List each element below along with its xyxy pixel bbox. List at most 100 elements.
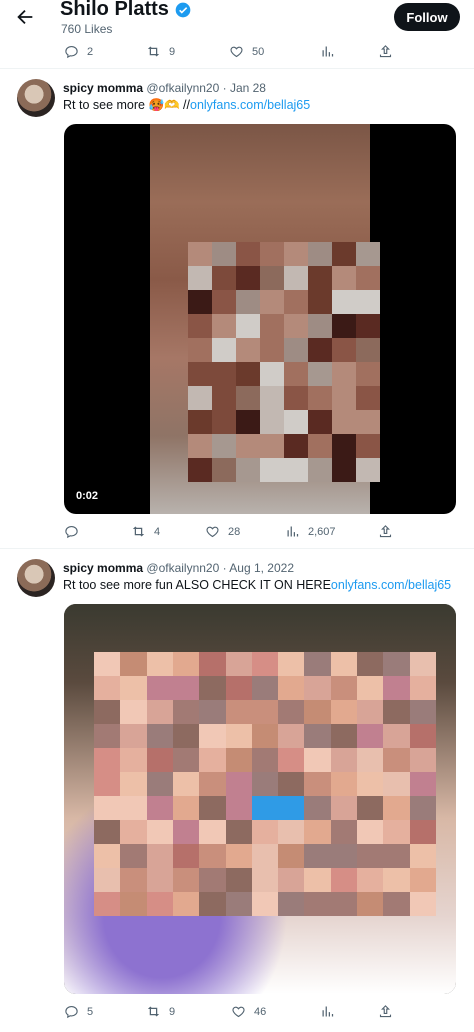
mosaic-tile — [409, 868, 436, 892]
reply-button[interactable]: 2 — [64, 44, 93, 59]
mosaic-tile — [383, 676, 410, 700]
reply-button[interactable] — [64, 524, 87, 539]
mosaic-tile — [308, 290, 332, 314]
mosaic-tile — [409, 892, 436, 916]
mosaic-tile — [146, 892, 173, 916]
mosaic-tile — [284, 410, 308, 434]
image-media[interactable] — [64, 604, 456, 994]
mosaic-tile — [330, 868, 358, 892]
share-button[interactable] — [378, 44, 393, 59]
mosaic-tile — [278, 820, 305, 844]
share-button[interactable] — [378, 524, 393, 539]
mosaic-tile — [94, 772, 121, 796]
mosaic-tile — [146, 820, 173, 844]
mosaic-tile — [260, 290, 284, 314]
like-button[interactable]: 46 — [231, 1004, 266, 1019]
repost-count: 9 — [169, 45, 176, 58]
mosaic-tile — [304, 652, 331, 676]
tweet-text: Rt too see more fun ALSO CHECK IT ON HER… — [63, 578, 451, 592]
mosaic-tile — [172, 748, 200, 772]
mosaic-tile — [304, 844, 331, 868]
mosaic-tile — [409, 724, 436, 748]
repost-count: 4 — [154, 525, 161, 538]
mosaic-tile — [225, 796, 252, 820]
mosaic-tile — [172, 772, 200, 796]
mosaic-tile — [199, 772, 226, 796]
like-button[interactable]: 50 — [229, 44, 264, 59]
mosaic-tile — [409, 748, 436, 772]
mosaic-tile — [332, 290, 356, 314]
back-arrow-icon[interactable] — [14, 6, 36, 28]
mosaic-tile — [146, 796, 173, 820]
mosaic-tile — [308, 362, 332, 386]
likes-count: 760 Likes — [61, 22, 113, 36]
mosaic-tile — [330, 796, 358, 820]
analytics-icon — [322, 46, 334, 57]
mosaic-tile — [304, 820, 331, 844]
reply-button[interactable]: 5 — [64, 1004, 93, 1019]
mosaic-tile — [199, 700, 226, 724]
tweet[interactable]: spicy momma @ofkailynn20 · Aug 1, 2022 R… — [0, 550, 474, 1030]
mosaic-tile — [260, 266, 284, 290]
mosaic-tile — [199, 820, 226, 844]
mosaic-tile — [308, 434, 332, 458]
repost-button[interactable]: 9 — [146, 1004, 175, 1019]
mosaic-tile — [120, 652, 147, 676]
tweet-link[interactable]: onlyfans.com/bellaj65 — [190, 98, 310, 112]
tweet-link[interactable]: onlyfans.com/bellaj65 — [331, 578, 451, 592]
mosaic-tile — [284, 266, 308, 290]
display-name[interactable]: spicy momma — [63, 81, 143, 95]
mosaic-tile — [278, 748, 305, 772]
mosaic-tile — [284, 386, 308, 410]
mosaic-tile — [146, 724, 173, 748]
mosaic-tile — [409, 772, 436, 796]
video-media[interactable]: 0:02 — [64, 124, 456, 514]
mosaic-tile — [172, 700, 200, 724]
mosaic-tile — [94, 844, 121, 868]
mosaic-tile — [251, 868, 279, 892]
mosaic-tile — [251, 772, 279, 796]
mosaic-tile — [304, 724, 331, 748]
mosaic-tile — [332, 434, 356, 458]
mosaic-tile — [199, 748, 226, 772]
display-name[interactable]: spicy momma — [63, 561, 143, 575]
mosaic-tile — [330, 772, 358, 796]
mosaic-tile — [304, 700, 331, 724]
mosaic-tile — [260, 386, 284, 410]
avatar[interactable] — [17, 79, 55, 117]
repost-button[interactable]: 9 — [146, 44, 175, 59]
mosaic-tile — [188, 242, 212, 266]
analytics-button[interactable] — [320, 44, 335, 59]
mosaic-tile — [172, 820, 200, 844]
mosaic-tile — [94, 652, 121, 676]
mosaic-tile — [146, 772, 173, 796]
like-button[interactable]: 28 — [205, 524, 240, 539]
mosaic-tile — [278, 724, 305, 748]
like-count: 46 — [254, 1005, 267, 1018]
heart-icon — [230, 46, 243, 58]
mosaic-tile — [278, 676, 305, 700]
repost-icon — [147, 46, 160, 57]
mosaic-tile — [357, 748, 384, 772]
mosaic-tile — [357, 844, 384, 868]
tweet[interactable]: spicy momma @ofkailynn20 · Jan 28 Rt to … — [0, 70, 474, 548]
mosaic-tile — [383, 748, 410, 772]
mosaic-tile — [199, 652, 226, 676]
mosaic-tile — [172, 652, 200, 676]
mosaic-tile — [199, 892, 226, 916]
analytics-button[interactable] — [320, 1004, 335, 1019]
follow-button[interactable]: Follow — [394, 3, 460, 31]
views-button[interactable]: 2,607 — [285, 524, 336, 539]
analytics-icon — [287, 526, 299, 537]
like-count: 50 — [252, 45, 265, 58]
mosaic-tile — [330, 652, 358, 676]
mosaic-tile — [225, 844, 252, 868]
mosaic-tile — [356, 242, 380, 266]
share-button[interactable] — [378, 1004, 393, 1019]
mosaic-tile — [308, 338, 332, 362]
avatar[interactable] — [17, 559, 55, 597]
repost-button[interactable]: 4 — [131, 524, 160, 539]
repost-icon — [132, 526, 145, 537]
mosaic-tile — [383, 844, 410, 868]
mosaic-tile — [225, 772, 252, 796]
